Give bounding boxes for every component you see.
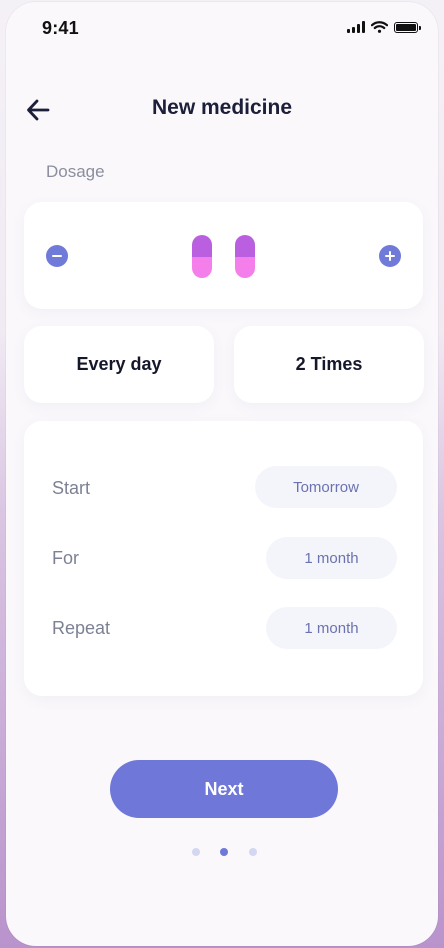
repeat-value-chip[interactable]: 1 month xyxy=(266,607,397,649)
wifi-icon xyxy=(371,21,388,33)
page-dot-2-active xyxy=(220,848,228,856)
frequency-times-selector[interactable]: 2 Times xyxy=(234,326,424,403)
page-title: New medicine xyxy=(151,96,293,119)
page-dot-3 xyxy=(249,848,257,856)
pill-icon xyxy=(192,235,212,278)
next-button[interactable]: Next xyxy=(110,760,338,818)
minus-circle-icon[interactable] xyxy=(46,245,68,267)
pagination-dots xyxy=(6,848,438,856)
status-icons xyxy=(347,21,421,33)
battery-icon xyxy=(394,21,421,33)
start-value-chip[interactable]: Tomorrow xyxy=(255,466,397,508)
status-bar: 9:41 xyxy=(6,2,438,52)
duration-value-chip[interactable]: 1 month xyxy=(266,537,397,579)
plus-circle-icon[interactable] xyxy=(379,245,401,267)
dosage-label: Dosage xyxy=(46,162,105,181)
status-time: 9:41 xyxy=(42,18,79,38)
repeat-label: Repeat xyxy=(52,618,111,638)
phone-screen: 9:41 New medicine Dosage Every day 2 Tim… xyxy=(6,2,438,946)
schedule-card: Start Tomorrow For 1 month Repeat 1 mont… xyxy=(24,421,423,696)
cellular-signal-icon xyxy=(347,21,365,33)
pill-icon xyxy=(235,235,255,278)
duration-label: For xyxy=(52,548,79,568)
frequency-interval-selector[interactable]: Every day xyxy=(24,326,214,403)
start-label: Start xyxy=(52,478,91,498)
dosage-card xyxy=(24,202,423,309)
page-dot-1 xyxy=(192,848,200,856)
